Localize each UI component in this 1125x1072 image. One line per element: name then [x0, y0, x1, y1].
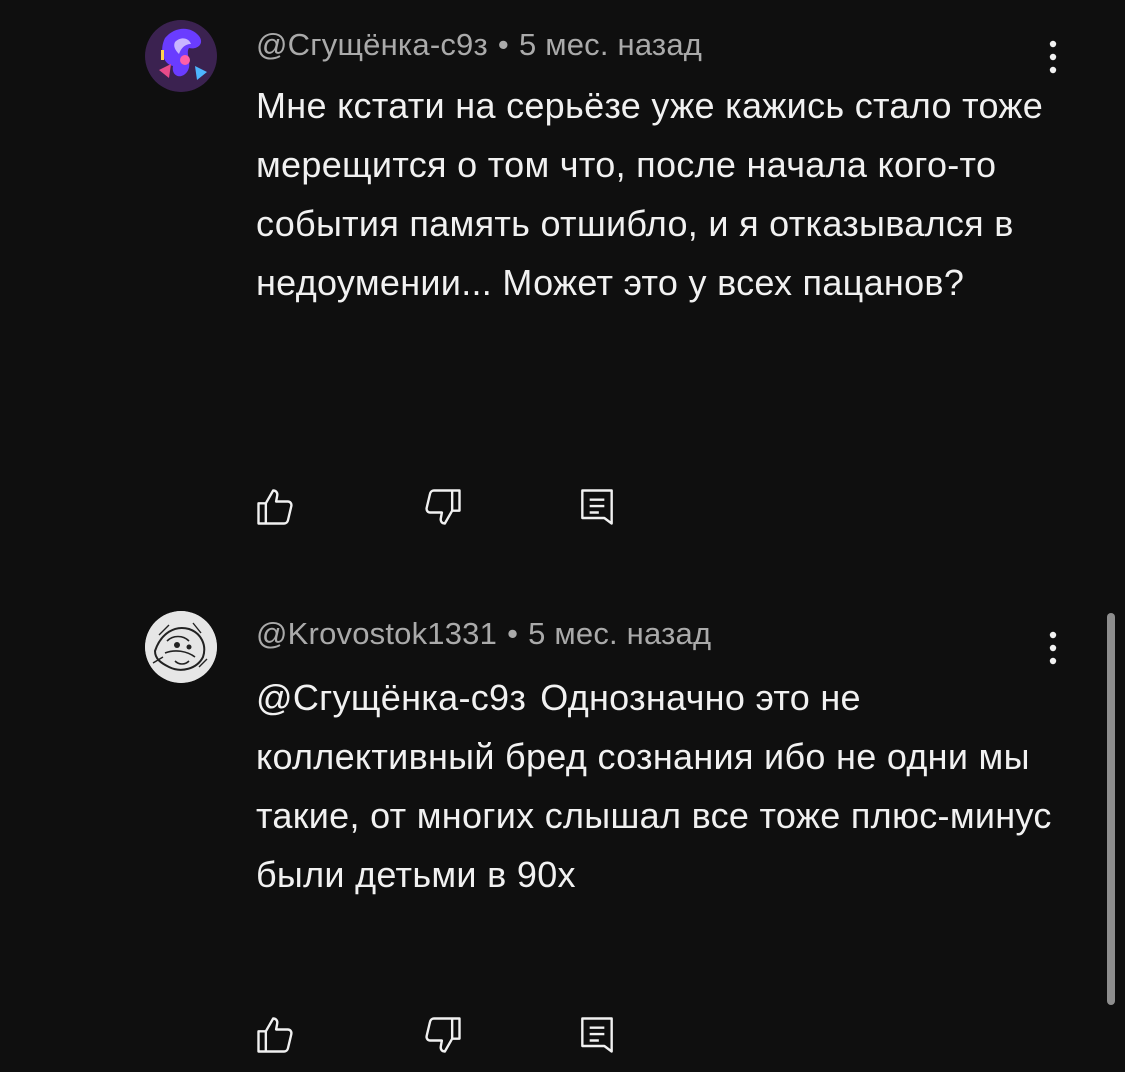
sketch-drawing-avatar-icon: [145, 611, 217, 683]
comment-body: Мне кстати на серьёзе уже кажись стало т…: [256, 85, 1044, 303]
thumbs-up-icon: [257, 489, 293, 525]
meta-separator: •: [507, 616, 519, 651]
comment-time[interactable]: 5 мес. назад: [528, 616, 711, 651]
thumbs-down-icon: [425, 489, 461, 525]
like-button[interactable]: [250, 482, 300, 532]
dislike-button[interactable]: [418, 1010, 468, 1060]
thumbs-up-icon: [257, 1017, 293, 1053]
comment-meta: @Сгущёнка-с9з • 5 мес. назад: [256, 27, 702, 63]
avatar[interactable]: [145, 20, 217, 92]
comment-meta: @Krovostok1331 • 5 мес. назад: [256, 616, 711, 652]
reply-button[interactable]: [572, 482, 622, 532]
comments-page: @Сгущёнка-с9з • 5 мес. назад Мне кстати на…: [0, 0, 1125, 1072]
author-name[interactable]: @Krovostok1331: [256, 616, 497, 651]
reply-button[interactable]: [572, 1010, 622, 1060]
comment-actions: [250, 1010, 650, 1060]
like-button[interactable]: [250, 1010, 300, 1060]
comment-text: Мне кстати на серьёзе уже кажись стало т…: [256, 76, 1046, 312]
reply-comment-icon: [581, 1017, 613, 1053]
meta-separator: •: [497, 27, 509, 62]
anime-character-avatar-icon: [145, 20, 217, 92]
thumbs-down-icon: [425, 1017, 461, 1053]
scrollbar[interactable]: [1107, 613, 1115, 1005]
dislike-button[interactable]: [418, 482, 468, 532]
comment-time[interactable]: 5 мес. назад: [519, 27, 702, 62]
comment-actions: [250, 482, 650, 532]
avatar[interactable]: [145, 611, 217, 683]
reply-mention-link[interactable]: @Сгущёнка-с9з: [256, 677, 526, 718]
comment-text: @Сгущёнка-с9з Однозначно это не коллектив…: [256, 668, 1056, 904]
reply-comment-icon: [581, 489, 613, 525]
author-name[interactable]: @Сгущёнка-с9з: [256, 27, 488, 62]
